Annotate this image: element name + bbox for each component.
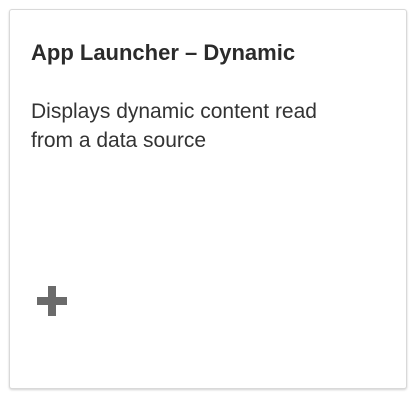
app-launcher-dynamic-tile[interactable]: App Launcher – Dynamic Displays dynamic … [9, 9, 407, 389]
tile-subtitle: Displays dynamic content read from a dat… [31, 100, 317, 152]
tile-title: App Launcher – Dynamic [31, 40, 296, 65]
plus-icon [35, 284, 69, 318]
